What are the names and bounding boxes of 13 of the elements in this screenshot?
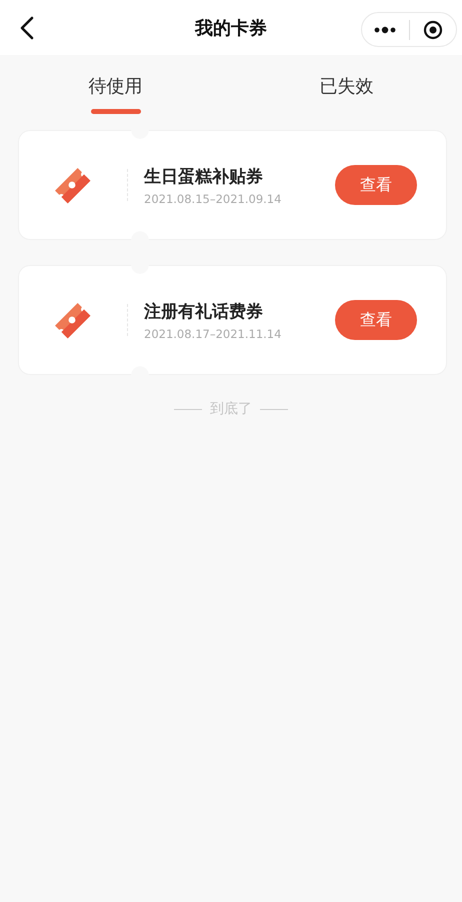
coupon-dates: 2021.08.15–2021.09.14 — [144, 192, 282, 206]
coupon-name: 注册有礼话费券 — [144, 300, 263, 322]
coupon-dates: 2021.08.17–2021.11.14 — [144, 326, 282, 340]
more-icon — [374, 26, 396, 34]
tab[interactable]: 已失效 — [231, 55, 462, 130]
view-button[interactable]: 查看 — [335, 165, 417, 205]
tab[interactable]: 待使用 — [0, 55, 231, 130]
tab-indicator — [90, 109, 140, 114]
view-button[interactable]: 查看 — [335, 300, 417, 340]
target-icon — [422, 20, 443, 40]
page-title: 我的卡券 — [195, 16, 267, 40]
coupon-name: 生日蛋糕补贴券 — [144, 166, 263, 188]
back-icon[interactable] — [20, 16, 34, 40]
